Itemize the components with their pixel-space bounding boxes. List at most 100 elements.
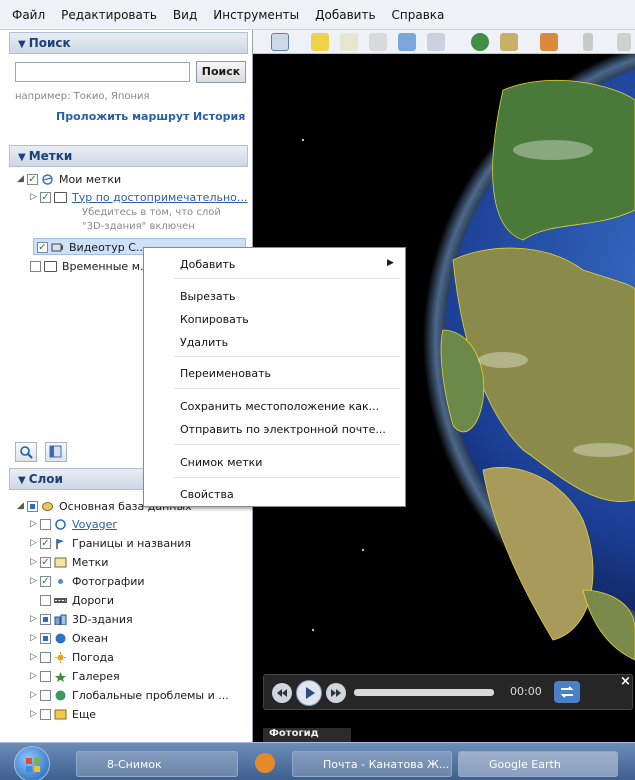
polygon-button[interactable] [340,33,358,51]
menu-add[interactable]: Добавить [315,8,375,22]
search-input[interactable] [15,62,190,82]
checkbox[interactable] [40,689,51,701]
photo-guide-tab[interactable]: Фотогид [263,728,351,742]
layer-places[interactable]: ▷ ✓ Метки [30,554,108,570]
expand-arrow-icon[interactable]: ▷ [30,690,40,700]
player-time: 00:00 [510,685,542,698]
menu-edit[interactable]: Редактировать [61,8,157,22]
expand-arrow-icon[interactable]: ▷ [30,192,40,202]
repeat-button[interactable] [554,681,580,703]
checkbox[interactable] [40,670,51,682]
menu-item-email[interactable]: Отправить по электронной почте... [180,423,386,436]
expand-arrow-icon[interactable]: ▷ [30,709,40,719]
overlay-button[interactable] [398,33,416,51]
ruler-button[interactable] [583,33,593,51]
expand-arrow-icon[interactable]: ▷ [30,614,40,624]
checkbox[interactable] [40,594,51,606]
history-link[interactable]: История [193,110,245,123]
taskbar-item-google-earth[interactable]: Google Earth [458,751,618,777]
menu-help[interactable]: Справка [392,8,445,22]
menu-item-cut[interactable]: Вырезать [180,290,235,303]
checkbox[interactable]: ✓ [40,537,51,549]
checkbox[interactable]: ✓ [37,241,48,253]
expand-arrow-icon[interactable]: ◢ [17,174,27,184]
layers-panel-title: Слои [28,472,63,486]
search-panel-title: Поиск [28,36,71,50]
menu-item-save-as[interactable]: Сохранить местоположение как... [180,400,379,413]
layer-ocean[interactable]: ▷ Океан [30,630,108,646]
tree-item-label[interactable]: Тур по достопримечательно... [72,191,247,204]
tour-player: 00:00 × [263,674,633,710]
record-tour-button[interactable] [427,33,445,51]
expand-arrow-icon[interactable]: ▷ [30,557,40,567]
search-places-button[interactable] [15,442,37,462]
path-button[interactable] [369,33,387,51]
history-imagery-button[interactable] [471,33,489,51]
planets-button[interactable] [540,33,558,51]
checkbox[interactable]: ✓ [40,556,51,568]
layer-weather[interactable]: ▷ Погода [30,649,114,665]
show-panel-button[interactable] [45,442,67,462]
menu-item-properties[interactable]: Свойства [180,488,234,501]
layer-borders[interactable]: ▷ ✓ Границы и названия [30,535,191,551]
menu-view[interactable]: Вид [173,8,197,22]
menu-separator [174,477,400,478]
fast-forward-button[interactable] [326,683,346,703]
layer-gallery[interactable]: ▷ Галерея [30,668,120,684]
checkbox[interactable]: ✓ [27,173,38,185]
checkbox[interactable] [40,613,51,625]
checkbox[interactable] [30,260,41,272]
sunlight-button[interactable] [500,33,518,51]
get-directions-link[interactable]: Проложить маршрут [56,110,189,123]
expand-arrow-icon[interactable]: ◢ [17,501,27,511]
rewind-button[interactable] [272,683,292,703]
close-icon[interactable]: × [620,674,631,689]
menu-item-snapshot[interactable]: Снимок метки [180,456,262,469]
menu-file[interactable]: Файл [12,8,45,22]
layer-roads[interactable]: Дороги [30,592,114,608]
progress-slider[interactable] [354,689,494,696]
checkbox[interactable] [40,708,51,720]
tree-item-my-places[interactable]: ◢ ✓ Мои метки [17,171,121,187]
email-button[interactable] [617,33,631,51]
sidebar-toggle-button[interactable] [271,33,289,51]
firefox-icon[interactable] [255,753,275,773]
tree-item-videotour[interactable]: ✓ Видеотур С... [37,239,146,255]
checkbox[interactable] [40,632,51,644]
expand-arrow-icon[interactable]: ▷ [30,652,40,662]
layer-label[interactable]: Voyager [72,518,117,531]
expand-arrow-icon[interactable]: ▷ [30,671,40,681]
expand-arrow-icon[interactable]: ▷ [30,633,40,643]
menu-item-add[interactable]: Добавить [180,258,235,271]
search-panel-header[interactable]: ▼ Поиск [9,32,248,54]
play-button[interactable] [296,680,322,706]
tree-item-tour[interactable]: ▷ ✓ Тур по достопримечательно... [30,189,247,205]
menu-tools[interactable]: Инструменты [213,8,299,22]
layer-label: Дороги [72,593,114,607]
taskbar-item-mail[interactable]: Почта - Канатова Ж... [292,751,452,777]
menu-item-rename[interactable]: Переименовать [180,367,271,380]
menu-item-copy[interactable]: Копировать [180,313,249,326]
tree-item-temporary[interactable]: Временные м... [30,258,150,274]
checkbox[interactable] [40,518,51,530]
layer-more[interactable]: ▷ Еще [30,706,96,722]
expand-arrow-icon[interactable]: ▷ [30,538,40,548]
layer-photos[interactable]: ▷ ✓ Фотографии [30,573,145,589]
viewer-toolbar [253,30,635,54]
placemark-button[interactable] [311,33,329,51]
search-button[interactable]: Поиск [196,61,246,83]
checkbox[interactable] [27,500,38,512]
layer-3d-buildings[interactable]: ▷ 3D-здания [30,611,133,627]
expand-arrow-icon[interactable]: ▷ [30,576,40,586]
places-panel-header[interactable]: ▼ Метки [9,145,248,167]
start-button[interactable] [14,746,50,780]
menu-item-delete[interactable]: Удалить [180,336,228,349]
checkbox[interactable]: ✓ [40,575,51,587]
layer-global-awareness[interactable]: ▷ Глобальные проблемы и ... [30,687,229,703]
database-icon [41,501,54,512]
checkbox[interactable]: ✓ [40,191,51,203]
taskbar-item-snapshot[interactable]: 8-Снимок [76,751,238,777]
expand-arrow-icon[interactable]: ▷ [30,519,40,529]
layer-voyager[interactable]: ▷ Voyager [30,516,117,532]
checkbox[interactable] [40,651,51,663]
